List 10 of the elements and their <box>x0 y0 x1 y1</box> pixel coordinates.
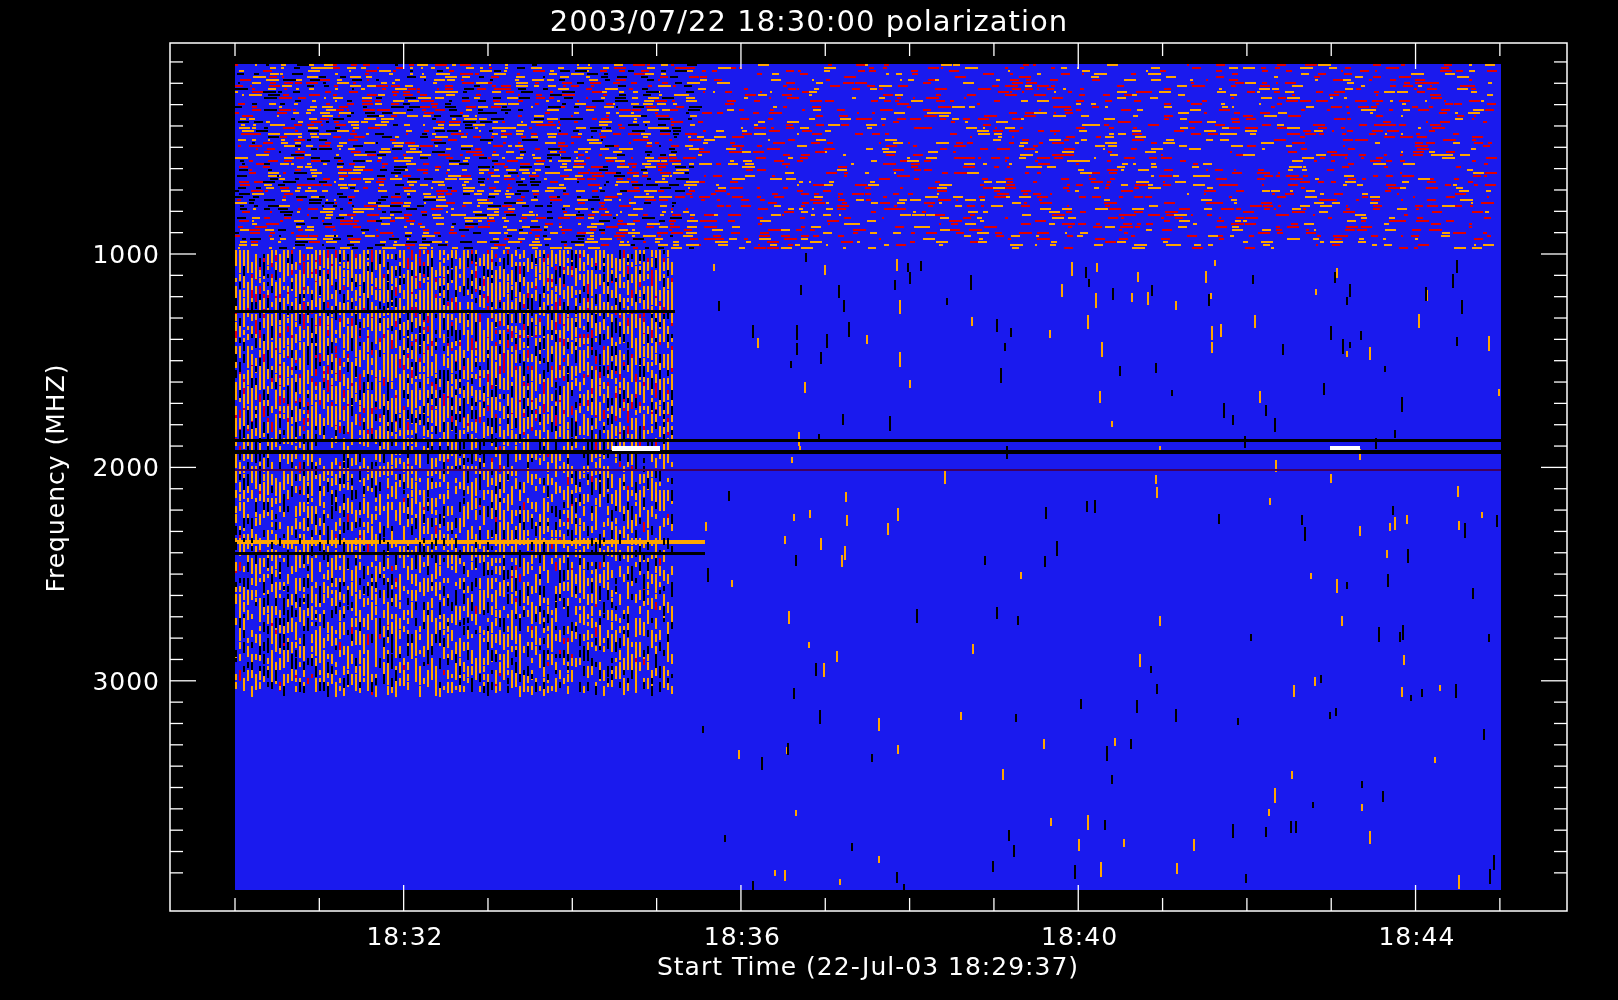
x-tick-label: 18:32 <box>366 922 444 951</box>
y-axis-label: Frequency (MHZ) <box>41 363 70 593</box>
y-tick-label: 3000 <box>92 666 160 696</box>
x-tick-label: 18:40 <box>1041 922 1119 951</box>
y-tick-label: 1000 <box>92 240 160 269</box>
x-tick-label: 18:36 <box>703 922 781 951</box>
y-tick-label: 2000 <box>92 453 160 483</box>
x-tick-label: 18:44 <box>1378 922 1456 951</box>
plot-title: 2003/07/22 18:30:00 polarization <box>549 4 1069 38</box>
x-axis-label: Start Time (22-Jul-03 18:29:37) <box>656 952 1080 981</box>
